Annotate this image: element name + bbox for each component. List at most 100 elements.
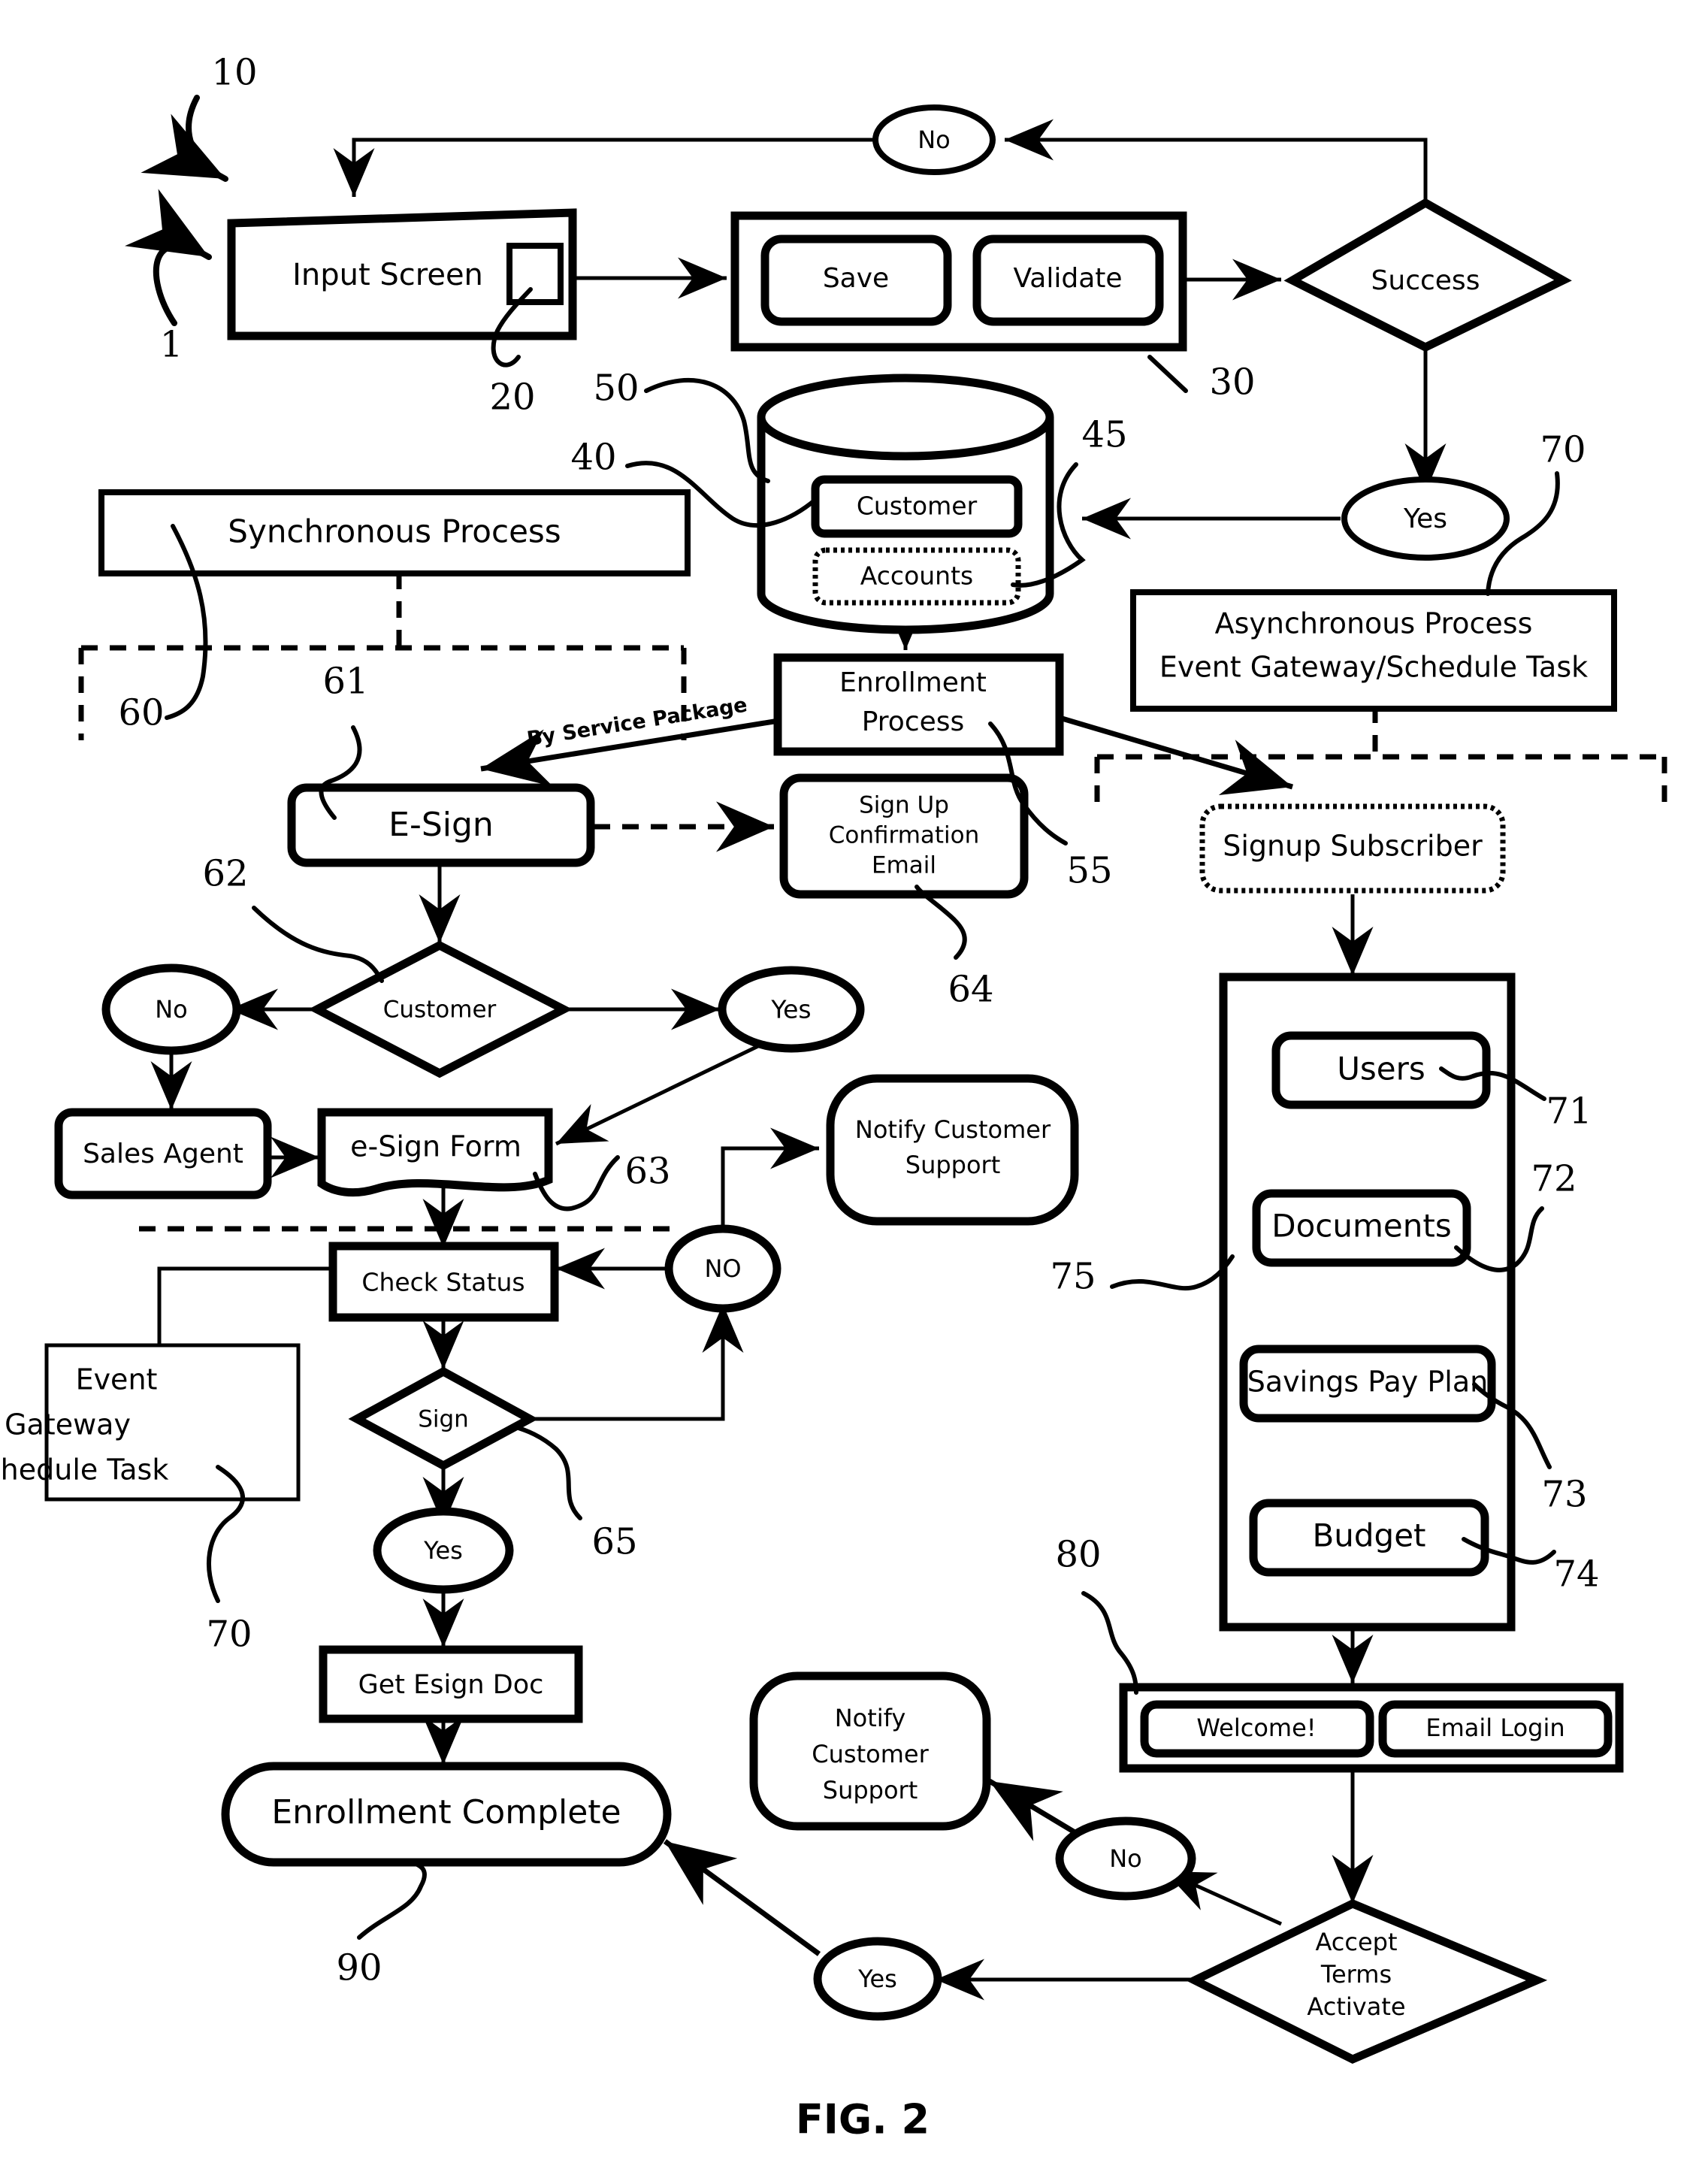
ref-num-50: 50 xyxy=(593,368,639,410)
no-accept-node[interactable]: No xyxy=(1055,1816,1196,1901)
input-screen-label: Input Screen xyxy=(292,258,483,292)
no-top-node[interactable]: No xyxy=(872,104,996,175)
ref-num-65: 65 xyxy=(591,1521,637,1563)
no-customer-node[interactable]: No xyxy=(101,963,241,1055)
customer-decision-label: Customer xyxy=(383,997,497,1024)
accept-terms-line3: Activate xyxy=(1307,1992,1405,2021)
figure-caption-text: FIG. 2 xyxy=(796,2096,930,2143)
save-validate-group: Save Validate xyxy=(730,211,1187,352)
ref-num-90: 90 xyxy=(336,1947,382,1989)
ref-num-55: 55 xyxy=(1066,850,1112,892)
ref-num-71: 71 xyxy=(1546,1090,1592,1133)
notify-support-bottom-line3: Support xyxy=(823,1776,918,1804)
ref-num-30: 30 xyxy=(1209,361,1255,404)
get-esign-doc-node[interactable]: Get Esign Doc xyxy=(319,1645,583,1723)
connector-no-accept-to-notify-support xyxy=(988,1778,1085,1841)
esign-form-node[interactable]: e-Sign Form xyxy=(317,1108,553,1197)
ref-num-72: 72 xyxy=(1531,1158,1577,1200)
signup-confirmation-line2: Confirmation xyxy=(829,822,980,849)
connector-sign-to-no-check xyxy=(530,1304,744,1421)
ref-num-75: 75 xyxy=(1050,1256,1096,1298)
esign-label: E-Sign xyxy=(388,806,494,844)
notify-support-bottom-line1: Notify xyxy=(835,1704,906,1732)
users-module-label: Users xyxy=(1337,1051,1425,1087)
input-screen-field-box[interactable] xyxy=(506,243,564,305)
notify-support-mid-line1: Notify Customer xyxy=(855,1115,1051,1144)
ref-num-80: 80 xyxy=(1055,1534,1101,1576)
sign-decision[interactable]: Sign xyxy=(348,1366,539,1471)
async-swimlane-dashed xyxy=(1094,706,1667,808)
ref-num-40: 40 xyxy=(570,437,616,479)
yes-top-node[interactable]: Yes xyxy=(1341,476,1510,561)
yes-customer-label: Yes xyxy=(770,995,811,1024)
accept-terms-decision[interactable]: Accept Terms Activate xyxy=(1185,1898,1548,2065)
get-esign-doc-label: Get Esign Doc xyxy=(358,1670,544,1700)
notify-support-mid-line2: Support xyxy=(905,1151,1001,1179)
ref-num-63: 63 xyxy=(624,1151,670,1193)
ref-leader-62: 62 xyxy=(202,853,384,983)
ref-leader-80: 80 xyxy=(1055,1534,1138,1695)
yes-accept-node[interactable]: Yes xyxy=(813,1937,942,2021)
ref-num-73: 73 xyxy=(1541,1474,1587,1516)
signup-subscriber-node[interactable]: Signup Subscriber xyxy=(1199,803,1506,894)
notify-support-bottom-line2: Customer xyxy=(812,1740,929,1768)
subscriber-modules-container: Users Documents Savings Pay Plan Budget xyxy=(1219,973,1516,1632)
documents-module-label: Documents xyxy=(1271,1208,1451,1245)
connector-yes-accept-to-complete xyxy=(663,1839,821,1956)
input-screen-node[interactable]: Input Screen xyxy=(227,208,577,340)
ref-leader-1: 1 xyxy=(125,189,212,366)
enrollment-complete-label: Enrollment Complete xyxy=(271,1793,621,1832)
accounts-store-label: Accounts xyxy=(860,561,973,591)
connector-success-to-no xyxy=(1005,119,1428,203)
ref-leader-10: 10 xyxy=(141,52,258,182)
savings-pay-plan-module-label: Savings Pay Plan xyxy=(1247,1366,1488,1399)
accept-terms-line1: Accept xyxy=(1315,1928,1397,1956)
esign-node[interactable]: E-Sign xyxy=(287,783,595,867)
database-cylinder: Customer Accounts xyxy=(757,374,1054,634)
enrollment-process-line2: Process xyxy=(862,706,965,737)
asynchronous-process-line1: Asynchronous Process xyxy=(1215,607,1533,640)
connector-check-status-left-rail xyxy=(157,1266,338,1345)
notify-support-bottom-node[interactable]: Notify Customer Support xyxy=(749,1671,991,1831)
notify-support-mid-node[interactable]: Notify Customer Support xyxy=(826,1074,1079,1226)
yes-customer-node[interactable]: Yes xyxy=(718,966,865,1053)
notify-support-mid-box[interactable] xyxy=(826,1074,1079,1226)
sales-agent-node[interactable]: Sales Agent xyxy=(54,1108,272,1199)
check-status-node[interactable]: Check Status xyxy=(328,1242,559,1322)
enrollment-process-line1: Enrollment xyxy=(839,667,987,698)
yes-sign-label: Yes xyxy=(423,1536,463,1565)
signup-confirmation-line1: Sign Up xyxy=(859,792,949,819)
ref-leader-75: 75 xyxy=(1050,1254,1235,1298)
enrollment-process-node[interactable]: Enrollment Process xyxy=(773,653,1064,756)
ref-num-1: 1 xyxy=(160,324,183,366)
ref-num-20: 20 xyxy=(489,377,535,419)
signup-confirmation-email-node[interactable]: Sign Up Confirmation Email xyxy=(779,773,1029,899)
signup-subscriber-label: Signup Subscriber xyxy=(1223,830,1483,863)
ref-num-64: 64 xyxy=(948,969,993,1011)
figure-canvas: Input Screen Save Validate Success No Ye… xyxy=(0,0,1696,2184)
figure-caption: FIG. 2 xyxy=(796,2096,930,2143)
success-decision-label: Success xyxy=(1371,265,1480,296)
yes-sign-node[interactable]: Yes xyxy=(373,1507,514,1594)
event-gateway-line3: Schedule Task xyxy=(0,1453,168,1487)
budget-module-label: Budget xyxy=(1312,1517,1425,1554)
connector-yes-to-esign-form xyxy=(555,1042,763,1146)
welcome-emaillogin-group: Welcome! Email Login xyxy=(1119,1683,1624,1773)
ref-num-70-left: 70 xyxy=(206,1614,252,1656)
email-login-button-label: Email Login xyxy=(1425,1714,1564,1742)
connector-enrollment-to-signup-subscriber xyxy=(1059,715,1293,796)
ref-leader-63: 63 xyxy=(533,1151,671,1211)
esign-form-label: e-Sign Form xyxy=(350,1130,521,1163)
ref-num-70-right: 70 xyxy=(1540,429,1586,471)
success-decision[interactable]: Success xyxy=(1283,198,1572,352)
ref-leader-90: 90 xyxy=(336,1860,427,1989)
no-check-node[interactable]: NO xyxy=(664,1224,781,1313)
customer-decision[interactable]: Customer xyxy=(308,940,573,1078)
event-gateway-node[interactable]: Event Gateway Schedule Task xyxy=(0,1343,301,1502)
patent-flowchart-figure-2: Input Screen Save Validate Success No Ye… xyxy=(0,52,1667,2143)
asynchronous-process-node[interactable]: Asynchronous Process Event Gateway/Sched… xyxy=(1130,589,1617,712)
ref-num-60: 60 xyxy=(118,692,164,734)
customer-store-label: Customer xyxy=(857,492,978,521)
ref-leader-64: 64 xyxy=(915,885,994,1011)
enrollment-complete-node[interactable]: Enrollment Complete xyxy=(221,1762,672,1867)
